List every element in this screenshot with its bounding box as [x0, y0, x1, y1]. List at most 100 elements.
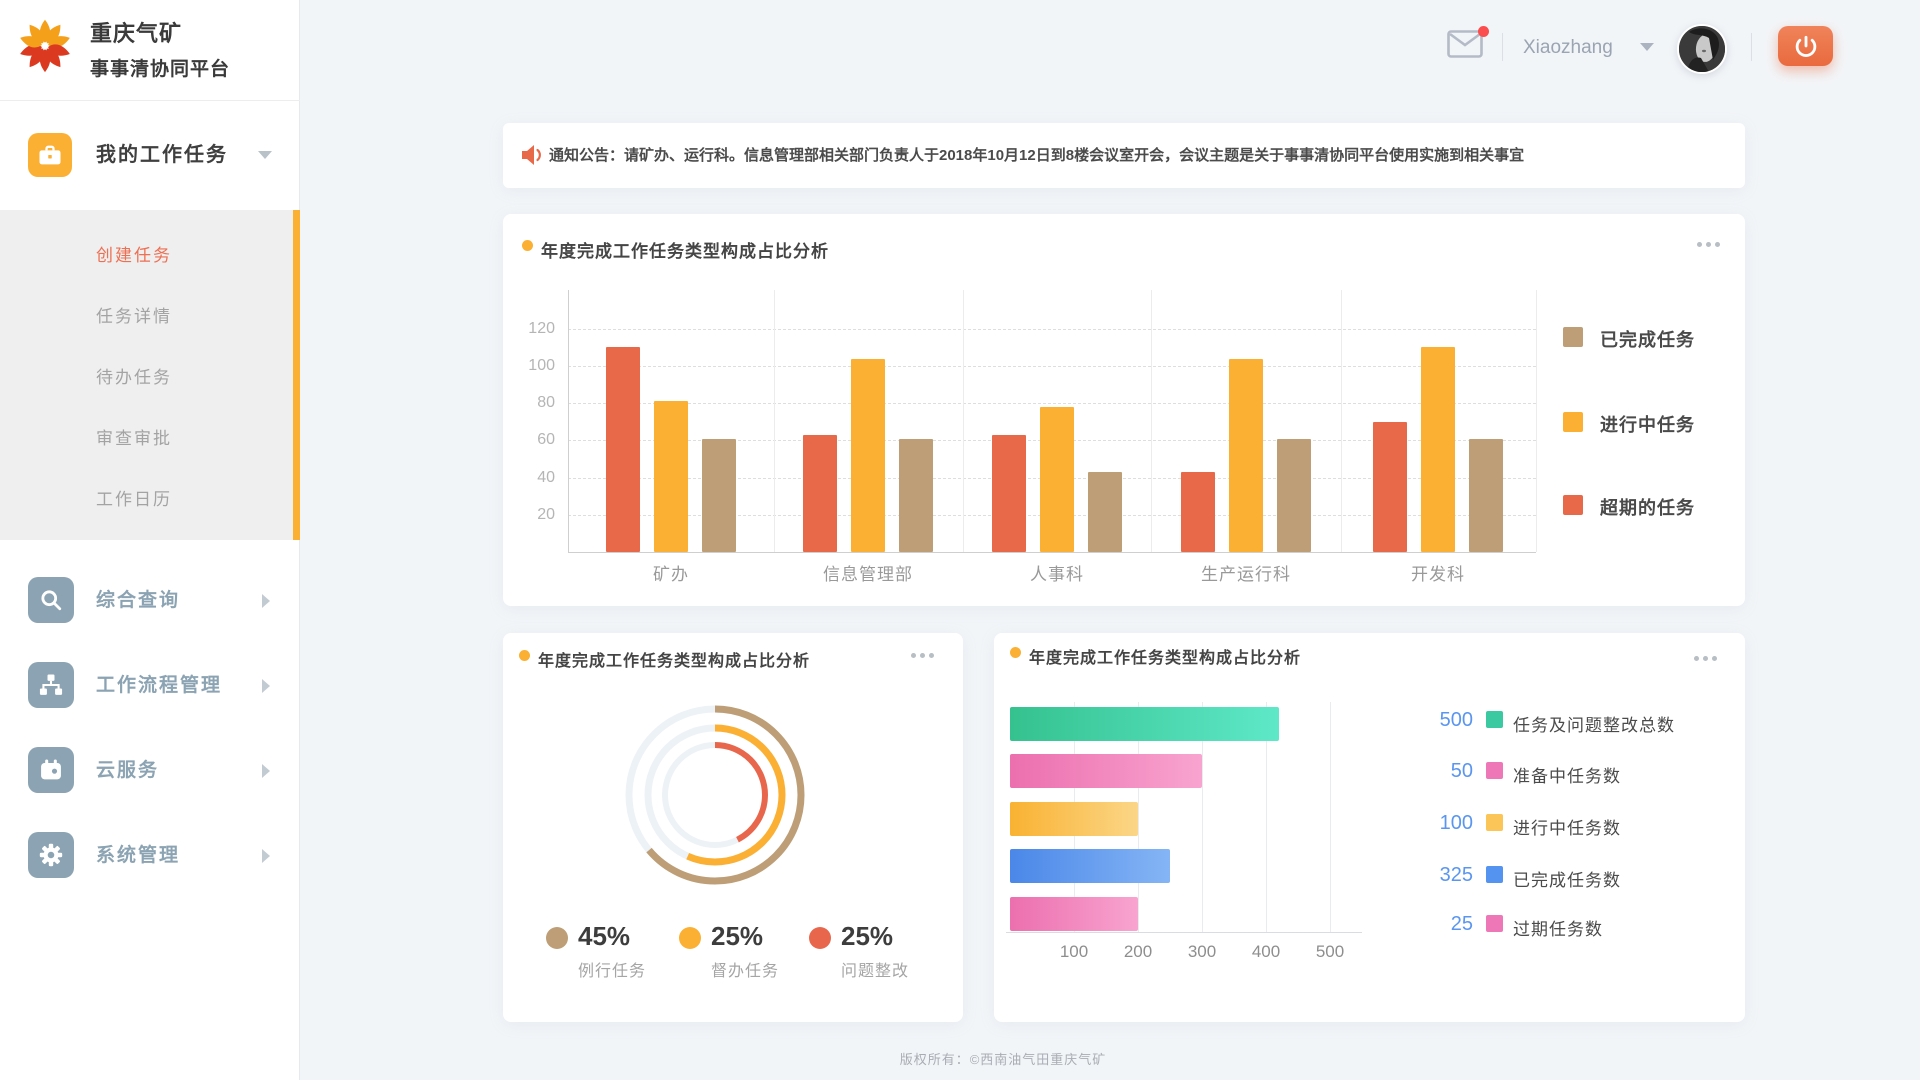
user-menu-chevron-icon[interactable]: [1640, 43, 1654, 51]
bar-chart-plot: 20406080100120矿办信息管理部人事科生产运行科开发科: [503, 214, 1745, 606]
bar-进行中任务: [1421, 347, 1455, 552]
copyright-text: 版权所有：©西南油气田重庆气矿: [283, 1049, 1723, 1068]
x-axis-category-label: 人事科: [1030, 560, 1084, 585]
submenu-accent-bar: [293, 210, 300, 540]
mail-button[interactable]: [1447, 30, 1487, 64]
bar-超期的任务: [992, 435, 1026, 552]
annual-task-bar-chart-card: 年度完成工作任务类型构成占比分析 20406080100120矿办信息管理部人事…: [503, 214, 1745, 606]
legend-label: 任务及问题整改总数: [1513, 711, 1675, 736]
bar-超期的任务: [1181, 472, 1215, 552]
chevron-right-icon: [262, 849, 270, 863]
legend-swatch: [1486, 866, 1503, 883]
notice-banner: 通知公告：请矿办、运行科。信息管理部相关部门负责人于2018年10月12日到8楼…: [503, 123, 1745, 188]
x-axis-category-label: 信息管理部: [823, 560, 913, 585]
legend-swatch: [1563, 327, 1583, 347]
notice-text: 通知公告：请矿办、运行科。信息管理部相关部门负责人于2018年10月12日到8楼…: [549, 123, 1524, 188]
gridline: [568, 403, 1536, 404]
legend-label: 超期的任务: [1600, 494, 1695, 520]
speaker-icon: [520, 143, 546, 167]
legend-dot: [679, 927, 701, 949]
sidebar-item-workflow-management[interactable]: 工作流程管理: [0, 643, 300, 728]
category-separator: [1341, 290, 1342, 552]
sidebar-submenu: 创建任务 任务详情 待办任务 审查审批 工作日历: [0, 210, 300, 540]
card-more-menu[interactable]: [911, 649, 937, 661]
sidebar-item-create-task[interactable]: 创建任务: [0, 225, 300, 286]
cloud-service-icon: [28, 747, 74, 793]
sidebar-item-review-approve[interactable]: 审查审批: [0, 408, 300, 469]
y-axis-tick: 40: [505, 469, 555, 487]
platform-name: 事事清协同平台: [90, 54, 230, 81]
menu-label: 云服务: [96, 728, 159, 813]
bar-已完成任务: [702, 439, 736, 552]
legend-value: 325: [1403, 864, 1473, 887]
gridline: [568, 329, 1536, 330]
x-axis-tick: 200: [1124, 942, 1152, 962]
avatar[interactable]: [1677, 24, 1727, 74]
legend-swatch: [1486, 814, 1503, 831]
chevron-right-icon: [262, 594, 270, 608]
legend-label: 过期任务数: [1513, 915, 1603, 940]
donut-chart-plot: [605, 685, 825, 905]
legend-label: 进行中任务: [1600, 411, 1695, 437]
app-title: 重庆气矿 事事清协同平台: [90, 16, 230, 81]
bar-已完成任务: [899, 439, 933, 552]
category-separator: [1536, 290, 1537, 552]
legend-swatch: [1563, 412, 1583, 432]
org-name: 重庆气矿: [90, 16, 230, 48]
gridline: [568, 366, 1536, 367]
y-axis-tick: 80: [505, 394, 555, 412]
y-axis-tick: 60: [505, 431, 555, 449]
logout-power-button[interactable]: [1778, 26, 1833, 66]
sidebar-item-cloud-service[interactable]: 云服务: [0, 728, 300, 813]
sidebar-item-task-detail[interactable]: 任务详情: [0, 286, 300, 347]
category-separator: [963, 290, 964, 552]
bar-已完成任务: [1469, 439, 1503, 552]
username-label[interactable]: Xiaozhang: [1523, 0, 1613, 95]
legend-dot: [809, 927, 831, 949]
hbar-过期任务数: [1010, 897, 1138, 931]
notification-badge: [1478, 26, 1489, 37]
workflow-icon: [28, 662, 74, 708]
y-axis-tick: 20: [505, 506, 555, 524]
x-axis-line: [1006, 932, 1362, 933]
bar-已完成任务: [1277, 439, 1311, 552]
card-title: 年度完成工作任务类型构成占比分析: [538, 647, 810, 671]
x-axis-tick: 400: [1252, 942, 1280, 962]
legend-percent: 25%: [841, 921, 893, 952]
x-axis-tick: 500: [1316, 942, 1344, 962]
sidebar-item-comprehensive-query[interactable]: 综合查询: [0, 558, 300, 643]
annual-task-hbar-chart-card: 年度完成工作任务类型构成占比分析 100200300400500 500 任务及…: [994, 633, 1745, 1022]
search-icon: [28, 577, 74, 623]
sidebar-item-todo-tasks[interactable]: 待办任务: [0, 347, 300, 408]
sidebar: 重庆气矿 事事清协同平台 我的工作任务 创建任务 任务详情 待办任务 审查审批 …: [0, 0, 300, 1080]
hbar-chart-plot: 100 200 300 400 500: [994, 633, 1745, 1022]
divider: [1502, 33, 1503, 61]
legend-dot: [546, 927, 568, 949]
bar-进行中任务: [1040, 407, 1074, 552]
topbar: Xiaozhang: [300, 0, 1920, 100]
sidebar-group-label: 我的工作任务: [96, 100, 228, 210]
chevron-down-icon: [258, 151, 272, 159]
y-axis-line: [568, 290, 569, 552]
sidebar-item-system-management[interactable]: 系统管理: [0, 813, 300, 898]
x-axis-tick: 300: [1188, 942, 1216, 962]
sidebar-item-work-calendar[interactable]: 工作日历: [0, 469, 300, 530]
annual-task-donut-chart-card: 年度完成工作任务类型构成占比分析 45% 例行任务 25% 督办任务 25% 问…: [503, 633, 963, 1022]
hbar-任务及问题整改总数: [1010, 707, 1279, 741]
category-separator: [1151, 290, 1152, 552]
menu-label: 系统管理: [96, 813, 180, 898]
legend-label: 已完成任务: [1600, 326, 1695, 352]
chevron-right-icon: [262, 679, 270, 693]
legend-value: 50: [1403, 760, 1473, 783]
legend-swatch: [1563, 495, 1583, 515]
x-axis-tick: 100: [1060, 942, 1088, 962]
bar-超期的任务: [606, 347, 640, 552]
title-dot-icon: [519, 650, 530, 661]
chevron-right-icon: [262, 764, 270, 778]
sidebar-menu-list: 综合查询 工作流程管理: [0, 540, 300, 898]
sidebar-group-my-tasks[interactable]: 我的工作任务: [0, 100, 300, 210]
hbar-已完成任务数: [1010, 849, 1170, 883]
briefcase-icon: [28, 133, 72, 177]
legend-label: 已完成任务数: [1513, 866, 1621, 891]
app-root: 重庆气矿 事事清协同平台 我的工作任务 创建任务 任务详情 待办任务 审查审批 …: [0, 0, 1920, 1080]
